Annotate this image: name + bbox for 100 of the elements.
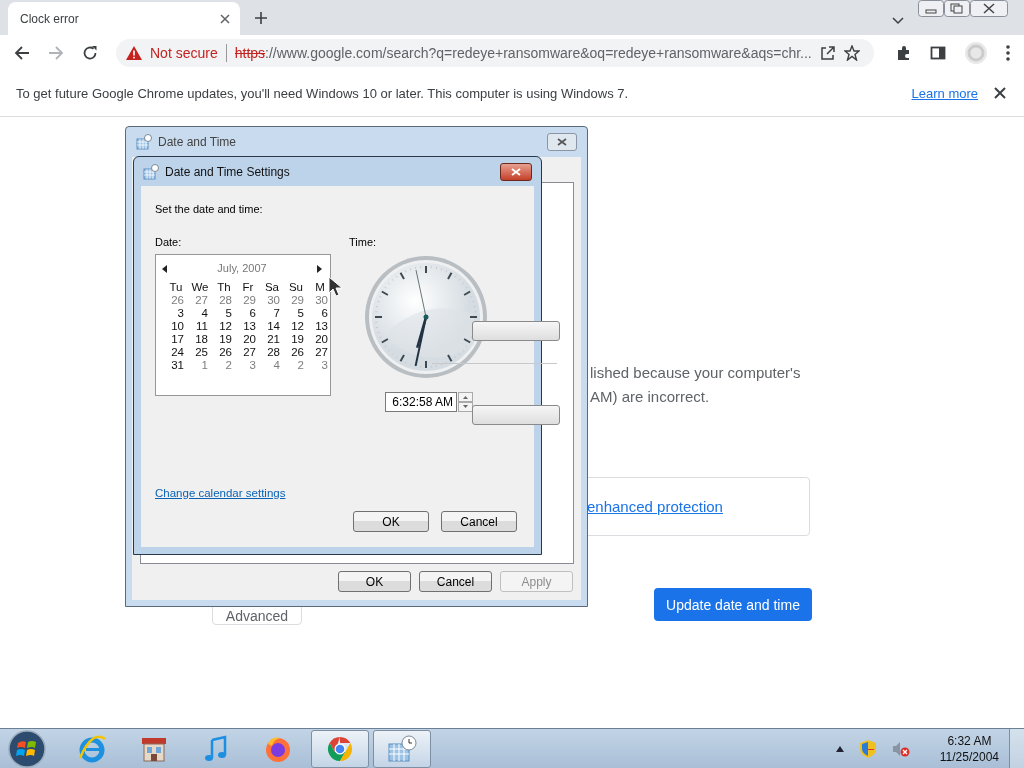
calendar-day[interactable]: 26: [219, 346, 234, 358]
button-edge[interactable]: [472, 405, 560, 425]
month-title[interactable]: July, 2007: [202, 262, 282, 274]
dialog-button[interactable]: Cancel: [441, 511, 517, 532]
calendar-day[interactable]: 18: [195, 333, 210, 345]
calendar-day[interactable]: 2: [225, 359, 234, 371]
calendar-day[interactable]: 30: [267, 294, 282, 306]
update-date-button[interactable]: Update date and time: [654, 588, 812, 621]
speaker-muted-icon[interactable]: [891, 740, 910, 757]
calendar-day[interactable]: 3: [321, 359, 330, 371]
e-logo-icon: [77, 733, 107, 764]
share-icon[interactable]: [820, 44, 836, 61]
new-tab-icon[interactable]: [254, 10, 268, 25]
show-desktop-button[interactable]: [1009, 728, 1024, 768]
calendar-day[interactable]: 13: [315, 320, 330, 332]
calendar-day[interactable]: 27: [243, 346, 258, 358]
next-month-icon[interactable]: [317, 265, 322, 273]
learn-more-link[interactable]: Learn more: [911, 85, 978, 101]
calendar-day[interactable]: 24: [171, 346, 186, 358]
side-panel-icon[interactable]: [930, 44, 946, 61]
calendar-day[interactable]: 30: [315, 294, 330, 306]
weekday-header: Tu: [168, 281, 184, 293]
info-message: To get future Google Chrome updates, you'll need Windows 10 or later. This computer is using Windows 7.: [16, 85, 630, 101]
window-title: Date and Time: [158, 135, 237, 149]
calendar-day[interactable]: 29: [291, 294, 306, 306]
browser-tab[interactable]: Clock error: [8, 2, 240, 35]
star-icon[interactable]: [844, 44, 860, 61]
menu-icon[interactable]: [1006, 44, 1010, 61]
taskbar-button[interactable]: [311, 729, 369, 768]
calendar-day[interactable]: 26: [291, 346, 306, 358]
reload-icon[interactable]: [82, 44, 98, 61]
calendar-day[interactable]: 6: [249, 307, 258, 319]
dialog-button[interactable]: Cancel: [419, 571, 492, 592]
close-button[interactable]: [500, 162, 532, 181]
start-button[interactable]: [7, 728, 47, 768]
weekday-header: We: [190, 281, 210, 293]
calendar-day[interactable]: 25: [195, 346, 210, 358]
calendar-day[interactable]: 4: [201, 307, 210, 319]
calendar-day[interactable]: 21: [267, 333, 282, 345]
calendar-day[interactable]: 2: [297, 359, 306, 371]
calendar-day[interactable]: 5: [297, 307, 306, 319]
time-label: Time:: [349, 236, 377, 248]
change-calendar-settings-link[interactable]: Change calendar settings: [155, 487, 286, 499]
clock-date: 11/25/2004: [939, 748, 999, 765]
security-status[interactable]: Not secure: [150, 44, 218, 61]
warning-icon: [126, 45, 142, 60]
date-label: Date:: [155, 236, 182, 248]
calendar-day[interactable]: 1: [201, 359, 210, 371]
calendar-day[interactable]: 27: [315, 346, 330, 358]
calendar-day[interactable]: 28: [219, 294, 234, 306]
dialog-button[interactable]: OK: [338, 571, 411, 592]
calendar-day[interactable]: 26: [171, 294, 186, 306]
calendar-day[interactable]: 17: [171, 333, 186, 345]
calendar-day[interactable]: 6: [321, 307, 330, 319]
shield-icon[interactable]: [859, 739, 876, 758]
weekday-header: Su: [287, 281, 305, 293]
previous-month-icon[interactable]: [162, 265, 167, 273]
calendar-clock-icon: [143, 163, 159, 180]
calendar-day[interactable]: 11: [196, 320, 210, 332]
close-icon[interactable]: [220, 13, 230, 24]
close-button[interactable]: [547, 133, 577, 151]
calendar-day[interactable]: 4: [273, 359, 282, 371]
back-icon[interactable]: [14, 44, 30, 61]
weekday-header: Th: [216, 281, 232, 293]
weekday-header: M: [314, 281, 326, 293]
button-edge[interactable]: [472, 321, 560, 341]
puzzle-icon[interactable]: [896, 44, 912, 61]
enhanced-protection-link[interactable]: enhanced protection: [587, 498, 723, 515]
calendar-day[interactable]: 31: [171, 359, 186, 371]
close-icon[interactable]: [994, 87, 1006, 99]
calendar-day[interactable]: 20: [315, 333, 330, 345]
calendar-day[interactable]: 27: [195, 294, 210, 306]
calendar-clock-icon: [387, 733, 417, 764]
calendar-day[interactable]: 10: [171, 320, 186, 332]
calendar-clock-icon: [136, 134, 152, 150]
show-hidden-icons-icon[interactable]: [835, 745, 844, 752]
calendar-day[interactable]: 14: [267, 320, 282, 332]
chevron-down-icon[interactable]: [892, 16, 904, 25]
time-input[interactable]: 6:32:58 AM: [385, 392, 457, 412]
dialog-button[interactable]: OK: [353, 511, 429, 532]
window-controls[interactable]: [918, 0, 1008, 18]
calendar-day[interactable]: 19: [291, 333, 306, 345]
taskbar-button[interactable]: [373, 729, 431, 768]
calendar-day[interactable]: 7: [273, 307, 282, 319]
calendar-day[interactable]: 3: [249, 359, 258, 371]
time-spinner[interactable]: [458, 392, 473, 412]
calendar-day[interactable]: 12: [291, 320, 306, 332]
calendar-day[interactable]: 29: [243, 294, 258, 306]
calendar-day[interactable]: 13: [243, 320, 258, 332]
taskbar-clock[interactable]: 6:32 AM 11/25/2004: [939, 732, 999, 765]
calendar-day[interactable]: 12: [219, 320, 234, 332]
calendar-day[interactable]: 3: [177, 307, 186, 319]
calendar-day[interactable]: 5: [225, 307, 234, 319]
calendar-day[interactable]: 20: [243, 333, 258, 345]
address-bar[interactable]: Not secure https://www.google.com/search?q=redeye+ransomware&oq=redeye+ransomware&aqs=chr...: [116, 38, 874, 67]
calendar-day[interactable]: 19: [219, 333, 234, 345]
window-title: Date and Time Settings: [165, 164, 290, 179]
close-icon[interactable]: [557, 138, 567, 146]
calendar-day[interactable]: 28: [267, 346, 282, 358]
prompt-label: Set the date and time:: [155, 203, 263, 215]
